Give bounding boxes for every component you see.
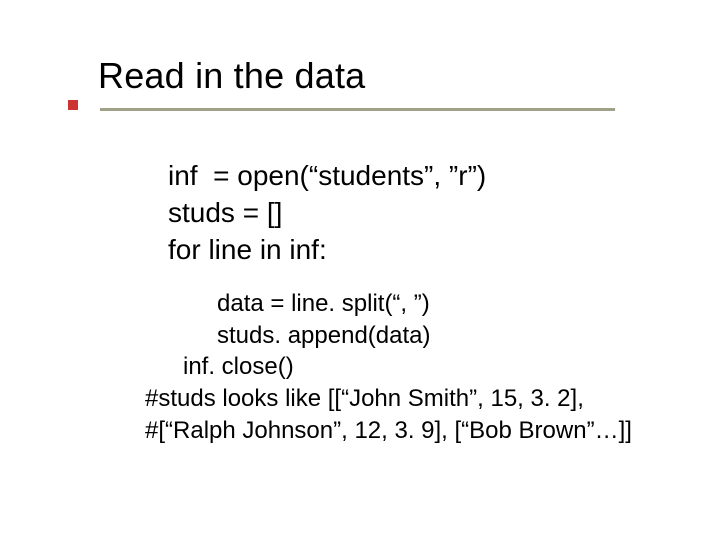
code-line: #[“Ralph Johnson”, 12, 3. 9], [“Bob Brow… [145,415,632,447]
slide: Read in the data inf = open(“students”, … [0,0,720,540]
code-line: studs. append(data) [145,320,632,352]
code-block-main: inf = open(“students”, ”r”) studs = [] f… [168,158,486,269]
code-line: inf = open(“students”, ”r”) [168,158,486,195]
code-line: for line in inf: [168,232,486,269]
code-line: data = line. split(“, ”) [145,288,632,320]
title-underline [100,108,615,111]
title-block: Read in the data [98,55,365,96]
slide-title: Read in the data [98,55,365,96]
code-block-secondary: data = line. split(“, ”) studs. append(d… [145,288,632,446]
code-line: #studs looks like [[“John Smith”, 15, 3.… [145,383,632,415]
code-line: inf. close() [145,351,632,383]
code-line: studs = [] [168,195,486,232]
title-bullet-icon [68,100,78,110]
